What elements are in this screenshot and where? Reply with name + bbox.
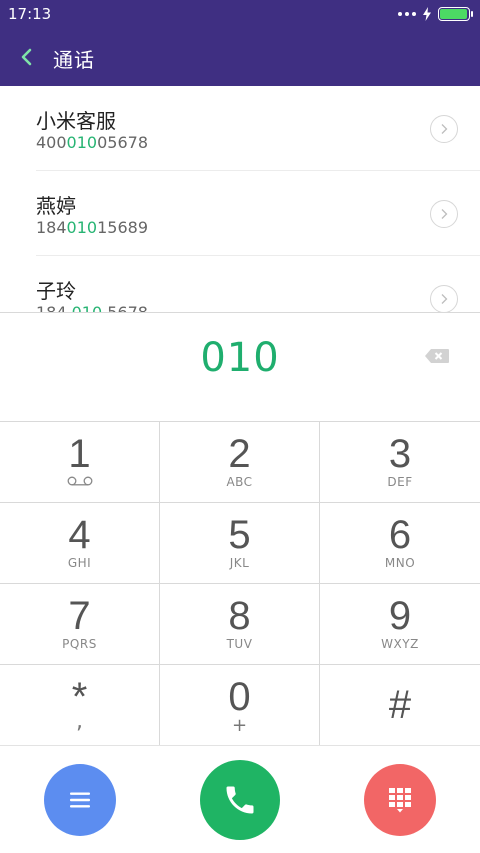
key-digit: 8 <box>228 594 251 638</box>
chevron-right-icon <box>441 124 448 134</box>
number-match-highlight: 010 <box>66 133 98 152</box>
key-letters: TUV <box>226 637 253 651</box>
dial-keypad: 1 2 ABC 3 DEF 4 GHI 5 JKL 6 MNO 7 PQRS 8… <box>0 421 480 746</box>
contact-name: 小米客服 <box>36 109 116 133</box>
contact-detail-button[interactable] <box>430 285 458 312</box>
number-match-highlight: 010 <box>66 218 98 237</box>
key-letters: JKL <box>229 556 250 570</box>
contact-list: 小米客服 40001005678 燕婷 18401015689 子玲 184 0… <box>0 86 480 312</box>
battery-icon <box>438 7 473 21</box>
chevron-left-icon <box>21 48 32 66</box>
page-title: 通话 <box>53 48 95 72</box>
charging-bolt-icon <box>423 7 431 21</box>
key-letters: GHI <box>67 556 92 570</box>
key-digit: 4 <box>68 513 91 557</box>
key-9[interactable]: 9 WXYZ <box>320 584 480 665</box>
key-letters: DEF <box>387 475 413 489</box>
number-match-highlight: 010 <box>72 303 103 312</box>
key-3[interactable]: 3 DEF <box>320 422 480 503</box>
key-digit: 0 <box>228 675 251 719</box>
key-digit: 6 <box>388 513 412 557</box>
hamburger-menu-icon <box>70 792 90 808</box>
menu-button[interactable] <box>44 764 116 836</box>
key-7[interactable]: 7 PQRS <box>0 584 160 665</box>
key-hash[interactable]: # <box>320 665 480 746</box>
contact-item[interactable]: 燕婷 18401015689 <box>0 171 480 256</box>
key-letters: + <box>231 715 248 736</box>
call-button[interactable] <box>200 760 280 840</box>
key-letters: , <box>76 709 83 734</box>
key-letters: WXYZ <box>381 637 419 651</box>
contact-name: 燕婷 <box>36 194 76 218</box>
back-button[interactable] <box>14 41 44 73</box>
status-icons <box>398 6 473 22</box>
contact-item[interactable]: 子玲 184 010 5678 <box>0 256 480 312</box>
phone-icon <box>226 786 254 814</box>
dial-number-display[interactable]: 010 <box>0 335 480 381</box>
contact-detail-button[interactable] <box>430 115 458 143</box>
chevron-right-icon <box>441 294 448 304</box>
keypad-toggle-button[interactable] <box>364 764 436 836</box>
voicemail-icon <box>67 476 93 486</box>
delete-button[interactable] <box>423 346 451 366</box>
key-digit: 3 <box>388 432 412 476</box>
backspace-icon <box>425 349 449 363</box>
dialpad-icon <box>389 788 411 813</box>
contact-number: 40001005678 <box>36 133 148 152</box>
key-letters: ABC <box>226 475 253 489</box>
key-digit: 9 <box>388 594 412 638</box>
header-bar: 通话 <box>0 28 480 86</box>
key-4[interactable]: 4 GHI <box>0 503 160 584</box>
contact-detail-button[interactable] <box>430 200 458 228</box>
contact-item[interactable]: 小米客服 40001005678 <box>0 86 480 171</box>
signal-dots-icon <box>398 12 416 16</box>
key-digit: 5 <box>228 513 251 557</box>
key-8[interactable]: 8 TUV <box>160 584 320 665</box>
status-bar: 17:13 <box>0 0 480 28</box>
key-star[interactable]: * , <box>0 665 160 746</box>
key-digit: 7 <box>68 594 91 638</box>
bottom-action-bar <box>0 745 480 853</box>
key-letters: MNO <box>384 556 416 570</box>
dial-input-area: 010 <box>0 312 480 421</box>
key-1[interactable]: 1 <box>0 422 160 503</box>
key-6[interactable]: 6 MNO <box>320 503 480 584</box>
chevron-right-icon <box>441 209 448 219</box>
contact-number: 18401015689 <box>36 218 148 237</box>
status-time: 17:13 <box>8 5 52 23</box>
key-letters: PQRS <box>62 637 97 651</box>
key-digit: # <box>388 683 412 727</box>
key-0[interactable]: 0 + <box>160 665 320 746</box>
key-2[interactable]: 2 ABC <box>160 422 320 503</box>
key-digit: 2 <box>228 432 251 476</box>
key-5[interactable]: 5 JKL <box>160 503 320 584</box>
contact-name: 子玲 <box>36 279 76 303</box>
key-digit: 1 <box>68 432 91 476</box>
contact-number: 184 010 5678 <box>36 303 148 312</box>
